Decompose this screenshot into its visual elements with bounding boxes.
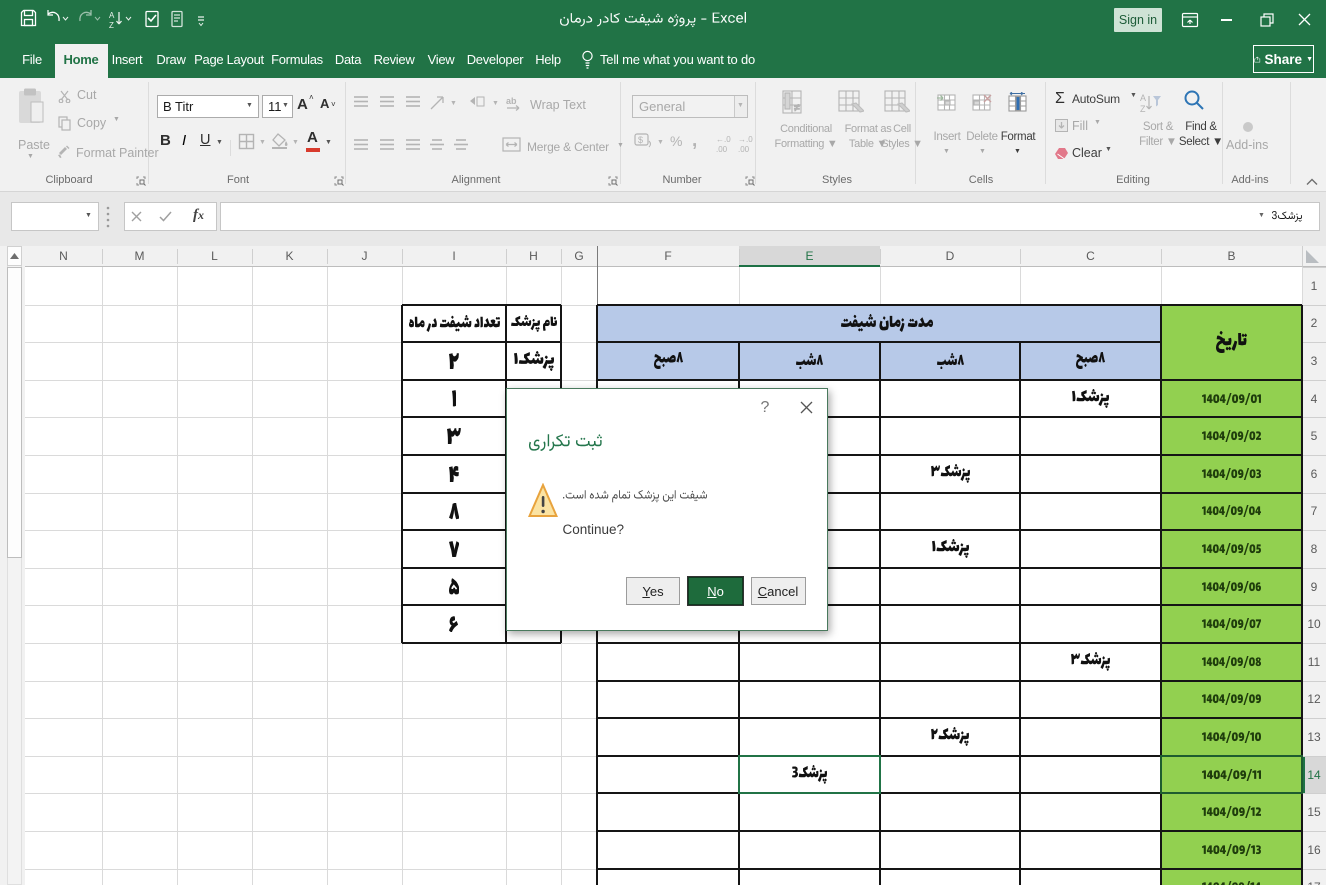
svg-text:ab: ab xyxy=(506,96,517,106)
svg-text:≠: ≠ xyxy=(794,103,800,114)
svg-text:Z: Z xyxy=(1140,104,1146,114)
svg-text:A: A xyxy=(1140,93,1146,103)
svg-text:Z: Z xyxy=(109,21,114,30)
svg-text:A: A xyxy=(109,11,115,20)
svg-text:$: $ xyxy=(638,135,643,145)
